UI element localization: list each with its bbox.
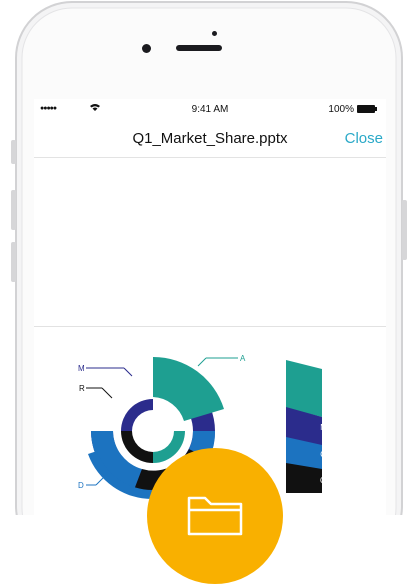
- bar-label-mz: MZ: [320, 423, 332, 432]
- bar-label-qr: QR: [320, 476, 332, 485]
- bar-label-cd: CD: [320, 450, 332, 459]
- donut-label-m: M: [78, 364, 85, 373]
- phone-frame: ●●●●● 9:41 AM 100% Q1_Market_Share.pptx …: [0, 0, 418, 515]
- open-folder-button[interactable]: [147, 448, 283, 584]
- stacked-bar: [286, 360, 322, 493]
- donut-label-d: D: [78, 481, 84, 490]
- donut-label-a: A: [240, 354, 246, 363]
- earpiece-speaker: [176, 45, 222, 51]
- donut-segment-teal-large: [153, 356, 224, 421]
- front-camera: [142, 44, 151, 53]
- bar-label-a: A: [323, 388, 329, 397]
- proximity-sensor: [212, 31, 217, 36]
- folder-icon: [187, 496, 243, 536]
- donut-label-r: R: [79, 384, 85, 393]
- bar-segment-a-body: [286, 369, 322, 409]
